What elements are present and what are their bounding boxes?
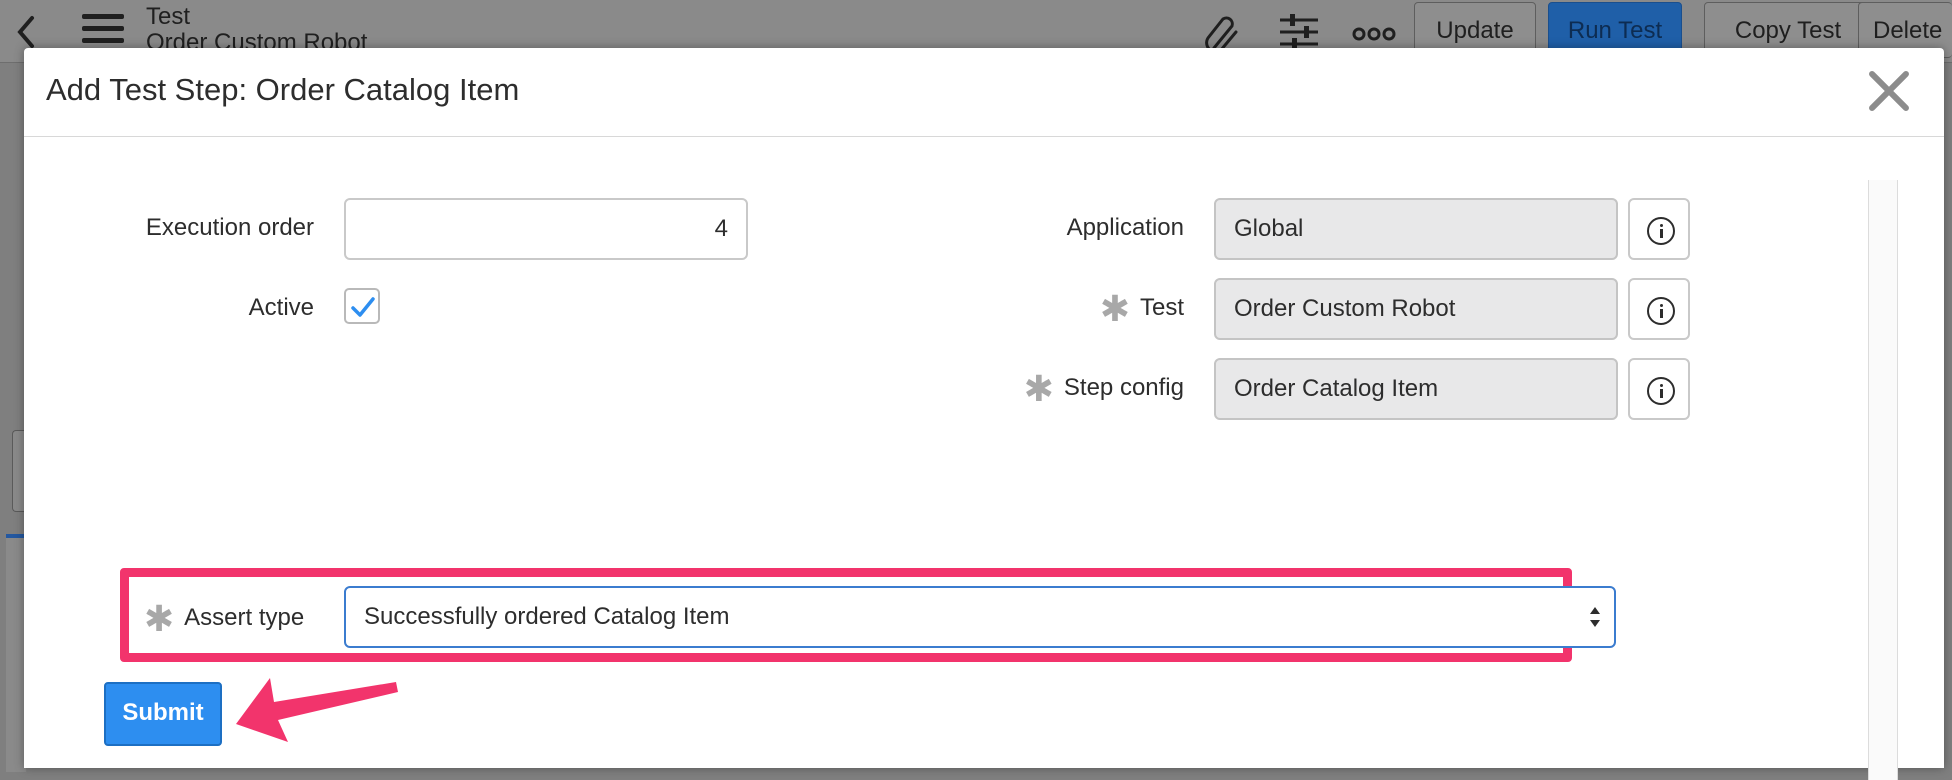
- more-options-icon: [1352, 12, 1396, 52]
- application-label: Application: [1066, 214, 1184, 241]
- step-config-info-icon[interactable]: [1628, 358, 1690, 420]
- scrollbar[interactable]: [1868, 180, 1898, 780]
- hamburger-menu-icon: [82, 14, 124, 46]
- test-info-icon[interactable]: [1628, 278, 1690, 340]
- test-label-text: Test: [1139, 294, 1184, 321]
- sliders-icon: [1278, 12, 1322, 52]
- step-config-label: ✱ Step config: [844, 370, 1184, 406]
- application-field: Global: [1214, 198, 1618, 260]
- step-config-label-text: Step config: [1063, 374, 1184, 401]
- required-asterisk-icon: ✱: [1023, 367, 1054, 409]
- test-label: ✱ Test: [844, 290, 1184, 326]
- test-field: Order Custom Robot: [1214, 278, 1618, 340]
- required-asterisk-icon: ✱: [1099, 287, 1130, 329]
- assert-type-select[interactable]: Successfully ordered Catalog Item: [344, 586, 1616, 648]
- select-arrows-icon: [1590, 607, 1600, 627]
- background-panel-edge: [6, 534, 26, 772]
- application-info-icon[interactable]: [1628, 198, 1690, 260]
- step-config-field: Order Catalog Item: [1214, 358, 1618, 420]
- close-icon[interactable]: [1864, 66, 1914, 116]
- back-chevron-icon: [14, 12, 44, 52]
- add-test-step-modal: Add Test Step: Order Catalog Item Execut…: [24, 48, 1944, 780]
- paperclip-icon: [1200, 12, 1244, 54]
- annotation-arrow-icon: [236, 678, 398, 742]
